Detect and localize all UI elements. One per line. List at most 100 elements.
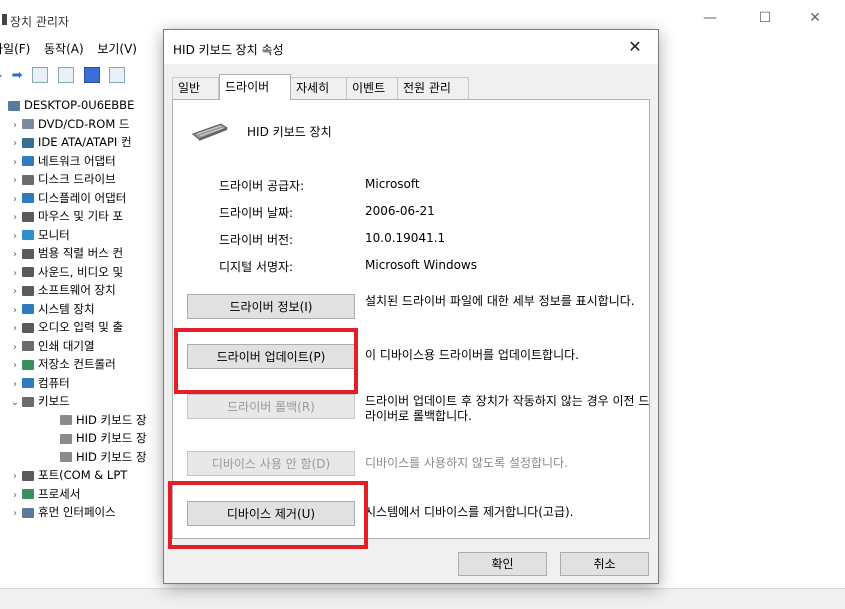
tree-category[interactable]: › 범용 직렬 버스 컨 <box>0 244 175 263</box>
tab-power[interactable]: 전원 관리 <box>397 77 469 99</box>
device-category-icon <box>22 341 34 351</box>
device-category-icon <box>22 470 34 481</box>
tree-item-label: 저장소 컨트롤러 <box>38 357 116 371</box>
tab-general[interactable]: 일반 <box>172 77 219 99</box>
device-category-icon <box>22 137 34 148</box>
tree-item-label: DVD/CD-ROM 드 <box>38 116 130 131</box>
tree-item-label: 휴먼 인터페이스 <box>38 505 116 519</box>
tab-details[interactable]: 자세히 <box>290 77 348 99</box>
tree-category[interactable]: › 오디오 입력 및 출 <box>0 318 175 337</box>
version-label: 드라이버 버전: <box>219 233 294 247</box>
tree-category[interactable]: › 시스템 장치 <box>0 300 175 319</box>
device-category-icon <box>22 396 34 407</box>
device-category-icon <box>22 211 34 222</box>
tree-item-label: HID 키보드 장 <box>76 412 147 427</box>
tree-category[interactable]: › 소프트웨어 장치 <box>0 281 175 300</box>
tree-item-label: 컴퓨터 <box>38 375 70 390</box>
tree-child-item[interactable]: HID 키보드 장 <box>0 448 175 467</box>
properties-grid-icon[interactable] <box>32 67 49 83</box>
menu-bar: 파일(F) 동작(A) 보기(V) <box>0 40 147 60</box>
ok-button[interactable]: 확인 <box>458 552 547 576</box>
tree-category[interactable]: › 인쇄 대기열 <box>0 337 175 356</box>
update-view-icon[interactable] <box>57 67 74 83</box>
date-value: 2006-06-21 <box>365 204 435 218</box>
tree-root[interactable]: DESKTOP-0U6EBBE <box>0 96 175 115</box>
device-category-icon <box>22 248 34 259</box>
tree-item-label: 네트워크 어댑터 <box>38 153 116 168</box>
tree-item-label: 모니터 <box>38 227 70 242</box>
help-icon[interactable] <box>83 67 100 83</box>
console-tree-icon[interactable] <box>109 67 126 83</box>
uninstall-device-description: 시스템에서 디바이스를 제거합니다(고급). <box>365 505 574 519</box>
tree-category[interactable]: › 모니터 <box>0 226 175 245</box>
device-category-icon <box>22 119 34 129</box>
signer-label: 디지털 서명자: <box>219 260 294 274</box>
date-label: 드라이버 날짜: <box>219 206 294 220</box>
device-category-icon <box>60 433 72 444</box>
device-category-icon <box>22 304 34 314</box>
rollback-driver-button[interactable]: 드라이버 롤백(R) <box>187 394 355 419</box>
device-category-icon <box>22 285 34 296</box>
tree-item-label: HID 키보드 장 <box>76 449 147 464</box>
tree-category[interactable]: › 휴먼 인터페이스 <box>0 503 175 522</box>
tree-child-item[interactable]: HID 키보드 장 <box>0 429 175 448</box>
menu-action[interactable]: 동작(A) <box>44 42 84 56</box>
tree-category[interactable]: › 마우스 및 기타 포 <box>0 207 175 226</box>
device-category-icon <box>60 452 72 462</box>
tree-item-label: 범용 직렬 버스 컨 <box>38 246 124 260</box>
tree-category[interactable]: › 디스플레이 어댑터 <box>0 189 175 208</box>
rollback-driver-description: 드라이버 업데이트 후 장치가 작동하지 않는 경우 이전 드라이버로 롤백합니… <box>365 394 650 423</box>
tab-events[interactable]: 이벤트 <box>346 77 398 99</box>
device-category-icon <box>22 489 34 499</box>
device-category-icon <box>22 359 34 370</box>
menu-file[interactable]: 파일(F) <box>0 42 30 56</box>
highlight-uninstall-device <box>168 481 368 549</box>
forward-arrow-icon[interactable]: ➡ <box>12 68 26 83</box>
cancel-button[interactable]: 취소 <box>560 552 649 576</box>
tree-category[interactable]: › IDE ATA/ATAPI 컨 <box>0 133 175 152</box>
tree-root-label: DESKTOP-0U6EBBE <box>24 98 135 112</box>
keyboard-icon <box>192 123 229 141</box>
close-button[interactable]: ✕ <box>800 10 830 30</box>
disable-device-button[interactable]: 디바이스 사용 안 함(D) <box>187 451 355 476</box>
tree-item-label: 키보드 <box>38 394 70 408</box>
tree-item-label: 디스크 드라이브 <box>38 172 116 186</box>
minimize-button[interactable]: — <box>695 10 725 30</box>
tree-category[interactable]: › 사운드, 비디오 및 <box>0 263 175 282</box>
maximize-button[interactable]: ☐ <box>750 10 780 30</box>
dialog-close-icon[interactable]: ✕ <box>622 37 648 57</box>
driver-details-button[interactable]: 드라이버 정보(I) <box>187 294 355 319</box>
device-category-icon <box>22 322 34 333</box>
update-driver-description: 이 디바이스용 드라이버를 업데이트합니다. <box>365 348 579 362</box>
dialog-titlebar: HID 키보드 장치 속성 ✕ <box>164 30 658 64</box>
tree-category[interactable]: ⌄ 키보드 <box>0 392 175 411</box>
device-manager-title: 장치 관리자 <box>10 15 70 29</box>
device-category-icon <box>22 378 34 388</box>
device-category-icon <box>22 507 34 518</box>
tree-item-label: 사운드, 비디오 및 <box>38 264 124 279</box>
toolbar: ▸ ➡ <box>0 64 128 86</box>
tree-category[interactable]: › 프로세서 <box>0 485 175 504</box>
disable-device-description: 디바이스를 사용하지 않도록 설정합니다. <box>365 456 568 470</box>
device-category-icon <box>22 230 34 240</box>
tree-category[interactable]: › DVD/CD-ROM 드 <box>0 115 175 134</box>
tree-category[interactable]: › 저장소 컨트롤러 <box>0 355 175 374</box>
tree-child-item[interactable]: HID 키보드 장 <box>0 411 175 430</box>
tree-item-label: 오디오 입력 및 출 <box>38 320 124 334</box>
tree-category[interactable]: › 디스크 드라이브 <box>0 170 175 189</box>
driver-details-description: 설치된 드라이버 파일에 대한 세부 정보를 표시합니다. <box>365 294 635 308</box>
device-category-icon <box>22 174 34 185</box>
properties-dialog: HID 키보드 장치 속성 ✕ 일반 드라이버 자세히 이벤트 전원 관리 HI… <box>163 29 659 584</box>
tree-item-label: 소프트웨어 장치 <box>38 283 116 297</box>
tree-item-label: 시스템 장치 <box>38 301 95 316</box>
tree-category[interactable]: › 포트(COM & LPT <box>0 466 175 485</box>
device-category-icon <box>60 415 72 425</box>
computer-icon <box>8 100 20 111</box>
chevron-right-icon[interactable]: › <box>8 505 22 524</box>
dialog-title: HID 키보드 장치 속성 <box>173 43 284 57</box>
back-arrow-icon[interactable]: ▸ <box>0 68 8 82</box>
tree-category[interactable]: › 네트워크 어댑터 <box>0 152 175 171</box>
tree-category[interactable]: › 컴퓨터 <box>0 374 175 393</box>
tab-driver[interactable]: 드라이버 <box>219 74 291 100</box>
menu-view[interactable]: 보기(V) <box>97 42 137 56</box>
